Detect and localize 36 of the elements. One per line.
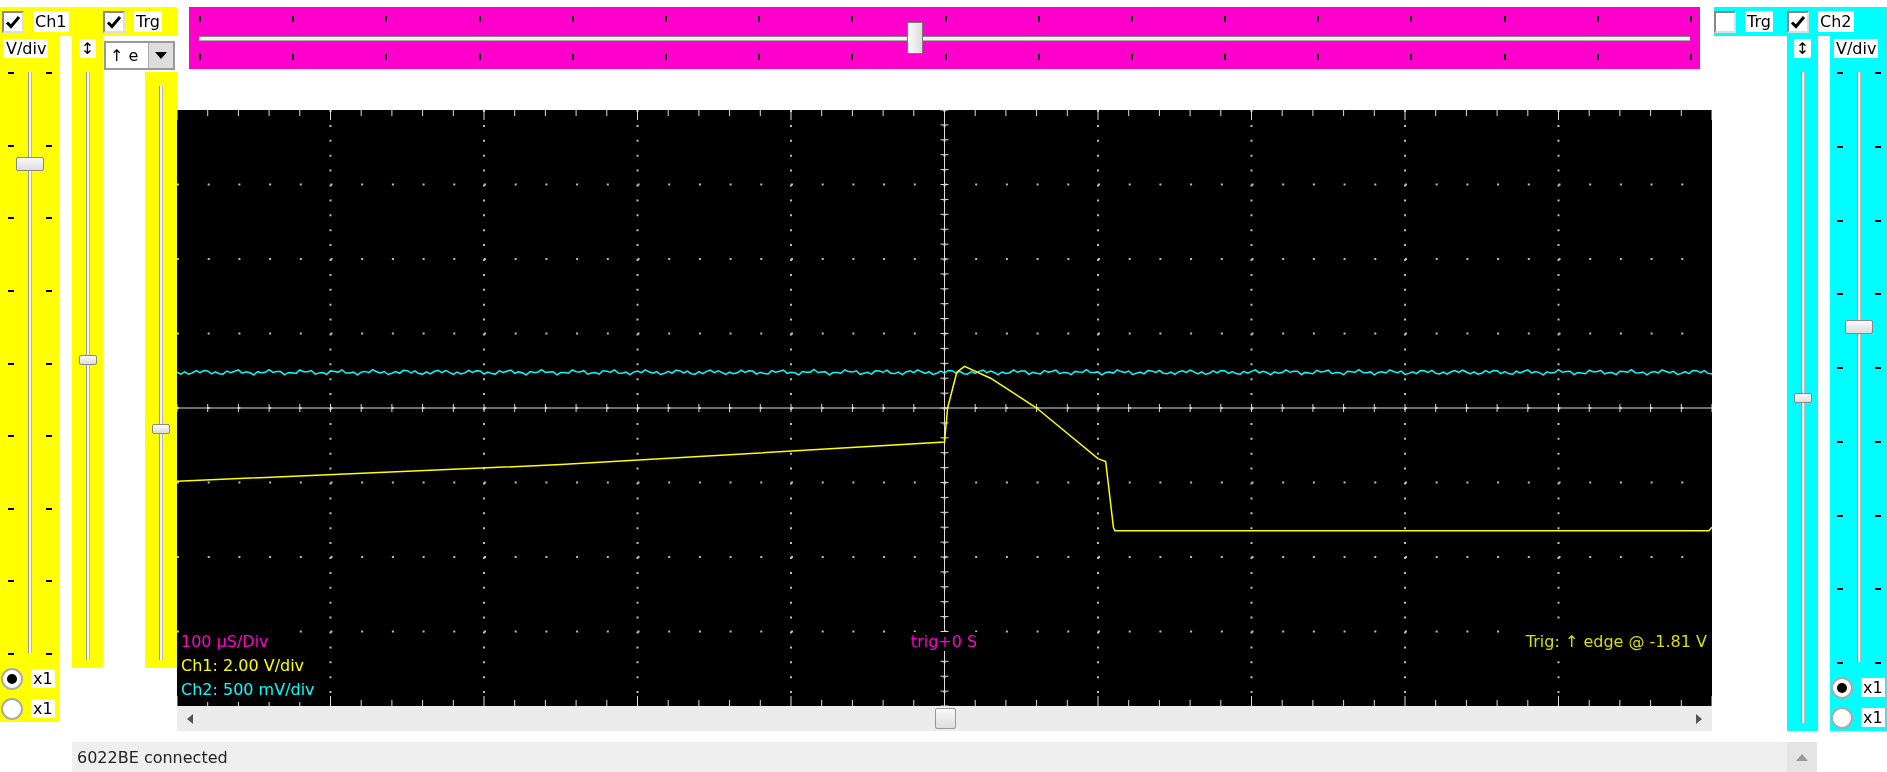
slider-thumb[interactable]	[16, 157, 44, 172]
scroll-right-icon[interactable]	[1696, 713, 1702, 724]
checkbox-label: Trg	[1745, 11, 1773, 32]
checkbox[interactable]	[1714, 10, 1736, 33]
checkbox-label: Ch1	[33, 11, 69, 32]
scrollbar-thumb[interactable]	[934, 708, 956, 729]
trigger-mode-dropdown[interactable]: ↑ e	[104, 41, 175, 70]
checkbox[interactable]	[2, 10, 24, 33]
radio-button[interactable]	[1831, 706, 1853, 729]
scroll-up-icon[interactable]	[1796, 753, 1808, 761]
slider-thumb[interactable]	[1844, 319, 1873, 334]
radio-label: x1	[31, 669, 55, 688]
radio-button[interactable]	[1, 697, 23, 720]
volts-per-div-label: V/div	[1834, 39, 1879, 58]
checkbox[interactable]	[103, 10, 125, 33]
checkbox-label: Trg	[134, 11, 162, 32]
radio-label: x1	[1861, 678, 1885, 697]
radio-button[interactable]	[1831, 676, 1853, 699]
checkbox-label: Ch2	[1818, 11, 1854, 32]
offset-label: ↕	[78, 39, 97, 58]
slider-thumb[interactable]	[78, 355, 97, 366]
volts-per-div-label: V/div	[4, 39, 49, 58]
radio-label: x1	[31, 699, 55, 718]
checkbox[interactable]	[1787, 10, 1809, 33]
radio-label: x1	[1861, 708, 1885, 727]
caret-icon	[155, 51, 167, 60]
trigger-readout: Trig: ↑ edge @ -1.81 V	[1523, 630, 1709, 654]
slider-thumb[interactable]	[1793, 392, 1812, 403]
scroll-left-icon[interactable]	[187, 713, 193, 724]
status-text: 6022BE connected	[76, 747, 228, 767]
slider-thumb[interactable]	[907, 22, 923, 54]
trigger-position-readout: trig+0 S	[908, 632, 980, 651]
offset-label: ↕	[1793, 39, 1812, 58]
radio-button[interactable]	[1, 667, 23, 690]
horizontal-scrollbar[interactable]	[177, 706, 1712, 731]
slider-thumb[interactable]	[152, 424, 170, 435]
